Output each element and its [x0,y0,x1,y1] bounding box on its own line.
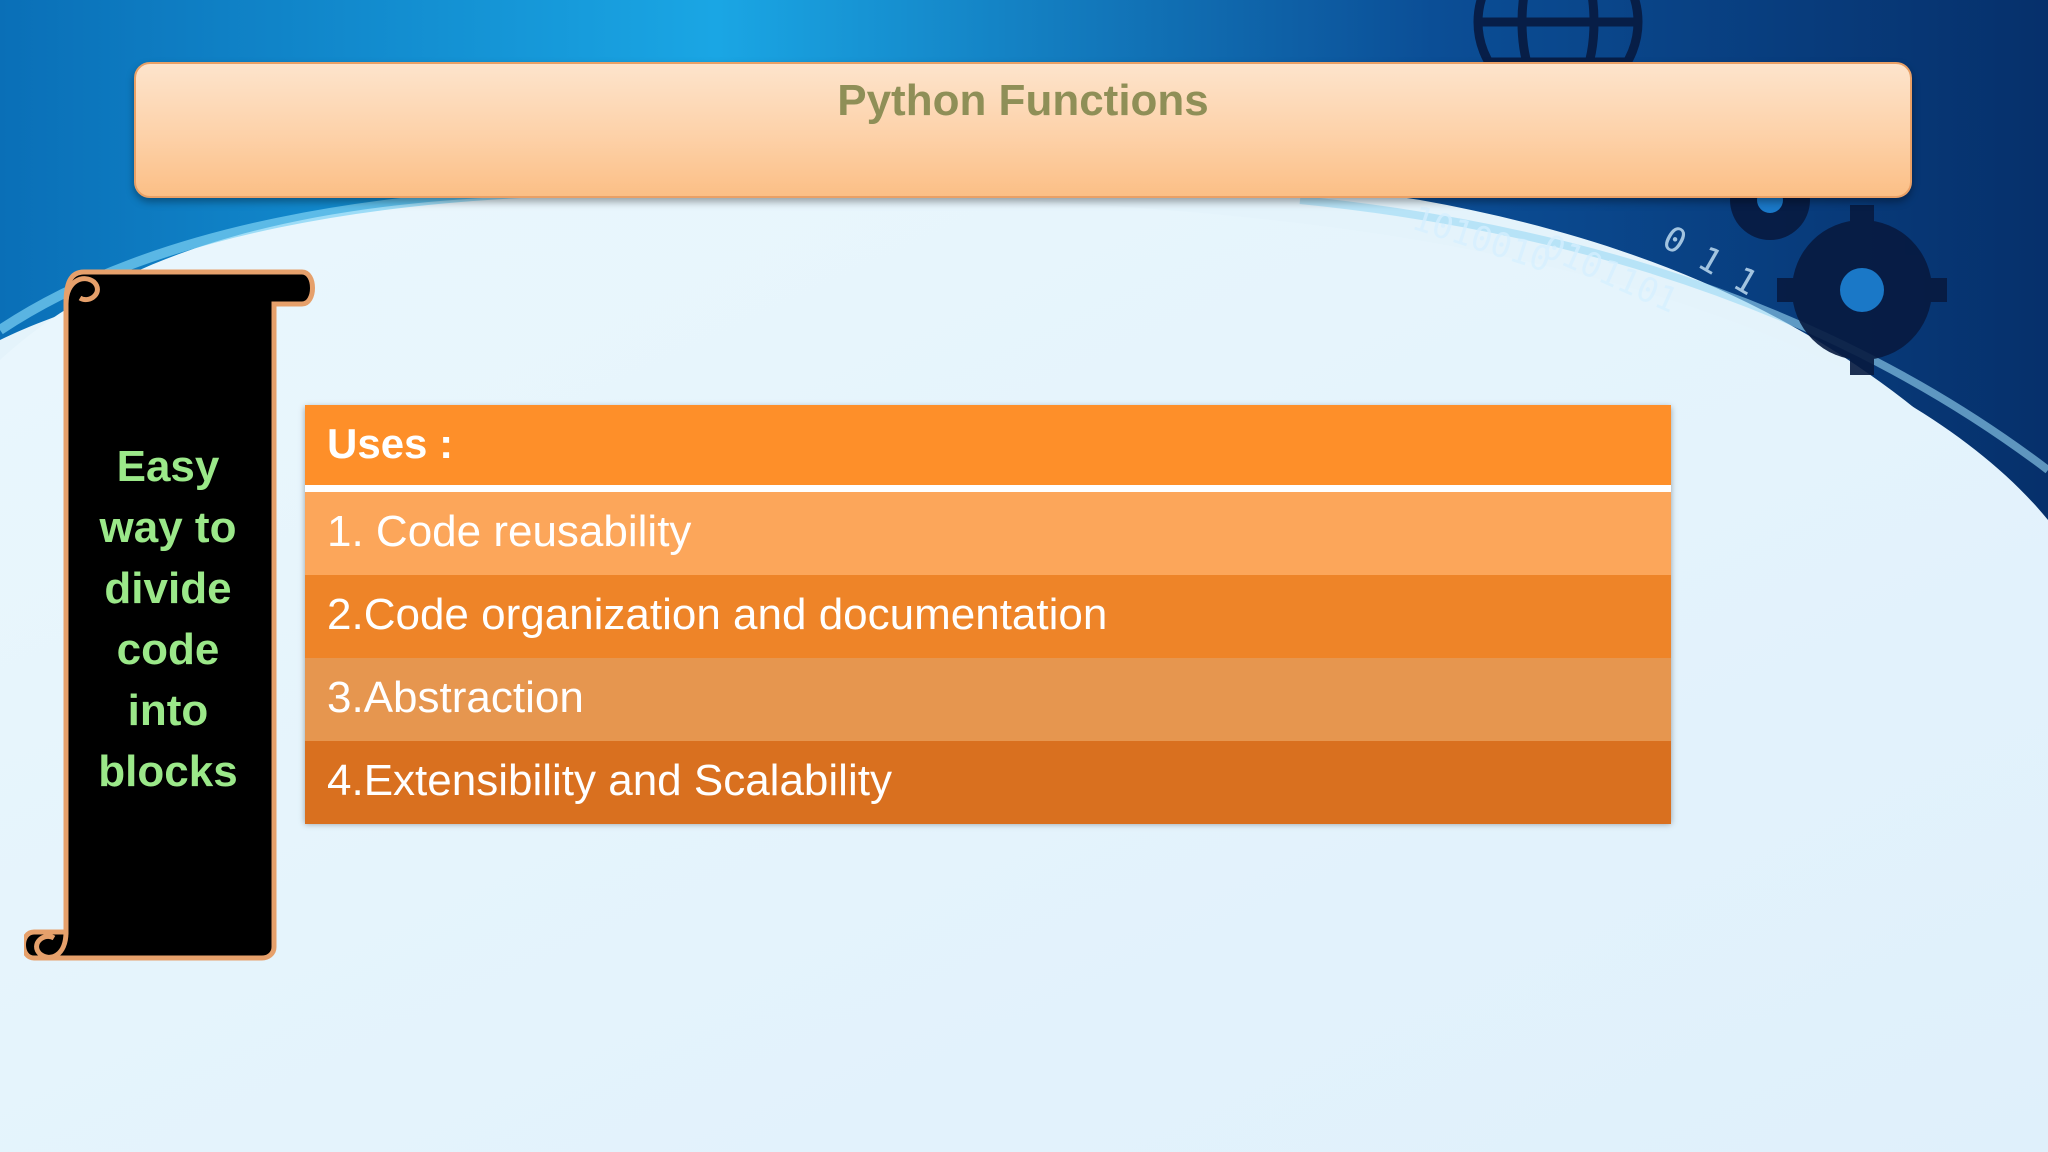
list-item: 4.Extensibility and Scalability [305,741,1671,824]
scroll-caption-line: into [127,686,209,735]
uses-header: Uses : [305,405,1671,492]
uses-list-panel: Uses : 1. Code reusability 2.Code organi… [305,405,1671,824]
title-banner: Python Functions [134,62,1912,198]
scroll-caption-line: code [116,625,220,674]
scroll-caption-line: way to [99,503,237,552]
list-item: 1. Code reusability [305,492,1671,575]
scroll-caption: Easy way to divide code into blocks [66,436,270,802]
scroll-caption-line: divide [104,564,232,613]
scroll-caption-line: Easy [116,442,220,491]
list-item: 3.Abstraction [305,658,1671,741]
list-item: 2.Code organization and documentation [305,575,1671,658]
scroll-caption-line: blocks [98,747,238,796]
slide-title: Python Functions [837,76,1209,125]
